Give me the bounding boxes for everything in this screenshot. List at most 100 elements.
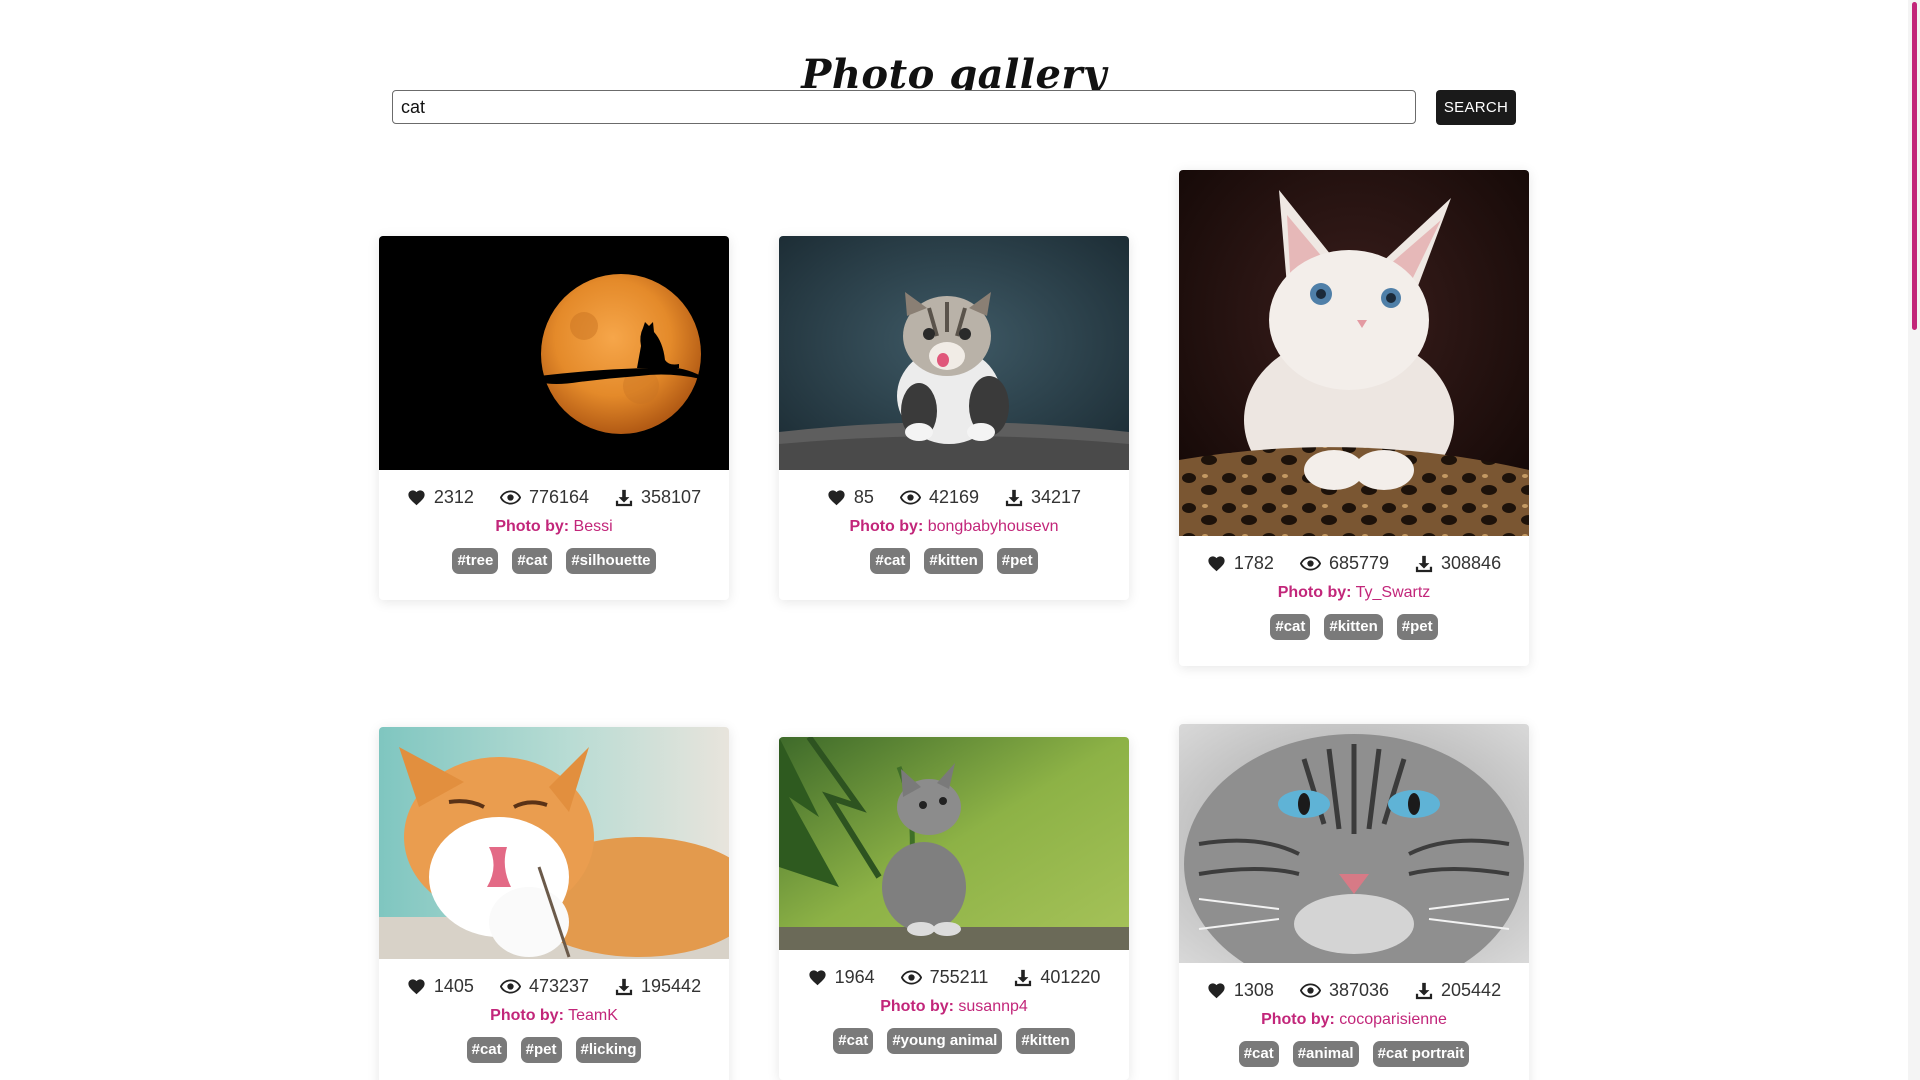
download-icon [615,489,633,507]
author-name[interactable]: cocoparisienne [1339,1011,1447,1028]
heart-icon [1207,555,1226,572]
eye-icon [499,490,521,505]
downloads-stat: 195442 [615,976,701,997]
eye-icon [1299,556,1321,571]
search-input[interactable] [392,90,1416,124]
tag[interactable]: #cat [870,548,911,574]
heart-icon [407,978,426,995]
author-name[interactable]: Ty_Swartz [1356,584,1431,601]
author-name[interactable]: TeamK [568,1007,618,1024]
photo-stats: 1308 387036 205442 [1179,980,1529,1001]
tag[interactable]: #kitten [924,548,983,574]
views-stat: 755211 [900,967,988,988]
photo-stats: 85 42169 34217 [779,487,1129,508]
downloads-stat: 358107 [615,487,701,508]
downloads-count: 401220 [1040,967,1101,987]
photo-card: 2312 776164 358107 Photo by: Bessi #tree… [379,236,729,600]
tag[interactable]: #silhouette [566,548,656,574]
photo-card: 1405 473237 195442 Photo by: TeamK #cat … [379,727,729,1080]
eye-icon [899,490,921,505]
author-label: Photo by: [495,518,570,535]
photo-image[interactable] [779,236,1129,470]
photo-card: 1782 685779 308846 Photo by: Ty_Swartz #… [1179,170,1529,666]
tag[interactable]: #cat [512,548,553,574]
likes-count: 1964 [834,967,875,987]
views-count: 473237 [528,976,590,996]
author-name[interactable]: susannp4 [958,998,1027,1015]
page: Photo gallery SEARCH [0,0,1920,1080]
photo-image[interactable] [779,737,1129,950]
eye-icon [1299,983,1321,998]
tag-list: #cat #kitten #pet [779,548,1129,600]
download-icon [615,978,633,996]
tag[interactable]: #cat [1238,1041,1279,1067]
photo-image[interactable] [379,236,729,470]
views-count: 42169 [928,487,980,507]
photo-image[interactable] [379,727,729,959]
downloads-stat: 34217 [1005,487,1081,508]
likes-stat: 2312 [407,487,474,508]
views-count: 776164 [528,487,590,507]
photo-image[interactable] [1179,170,1529,536]
download-icon [1005,489,1023,507]
photo-card: 85 42169 34217 Photo by: bongbabyhousevn… [779,236,1129,600]
views-stat: 473237 [499,976,590,997]
photo-author: Photo by: Bessi [379,518,729,536]
tag[interactable]: #licking [575,1037,642,1063]
views-count: 685779 [1328,553,1390,573]
photo-card: 1308 387036 205442 Photo by: cocoparisie… [1179,724,1529,1080]
tag-list: #cat #young animal #kitten [779,1028,1129,1080]
eye-icon [900,970,922,985]
likes-stat: 1405 [407,976,474,997]
likes-stat: 1308 [1207,980,1274,1001]
author-label: Photo by: [880,998,954,1015]
views-stat: 42169 [899,487,980,508]
tag-list: #cat #pet #licking [379,1037,729,1080]
views-stat: 387036 [1299,980,1390,1001]
photo-card: 1964 755211 401220 Photo by: susannp4 #c… [779,737,1129,1080]
download-icon [1415,982,1433,1000]
downloads-count: 358107 [641,487,702,507]
tag[interactable]: #pet [1396,614,1438,640]
tag[interactable]: #tree [452,548,499,574]
tag[interactable]: #pet [520,1037,562,1063]
author-label: Photo by: [849,518,924,535]
search-button[interactable]: SEARCH [1436,90,1516,125]
photo-author: Photo by: Ty_Swartz [1179,584,1529,602]
downloads-count: 308846 [1441,553,1502,573]
tag[interactable]: #kitten [1324,614,1383,640]
tag[interactable]: #cat portrait [1372,1041,1470,1067]
tag[interactable]: #kitten [1016,1028,1075,1054]
heart-icon [1207,982,1226,999]
views-stat: 685779 [1299,553,1390,574]
likes-count: 85 [853,487,874,507]
scrollbar-thumb[interactable] [1912,2,1917,330]
tag-list: #cat #kitten #pet [1179,614,1529,666]
likes-count: 1782 [1233,553,1274,573]
tag[interactable]: #cat [1270,614,1311,640]
scrollbar[interactable] [1908,0,1920,1080]
likes-stat: 1964 [808,967,875,988]
photo-image[interactable] [1179,724,1529,963]
tag[interactable]: #animal [1292,1041,1359,1067]
download-icon [1014,969,1032,987]
downloads-count: 205442 [1441,980,1502,1000]
download-icon [1415,555,1433,573]
author-label: Photo by: [490,1007,564,1024]
downloads-stat: 401220 [1014,967,1100,988]
photo-author: Photo by: TeamK [379,1007,729,1025]
tag[interactable]: #cat [466,1037,507,1063]
tag[interactable]: #cat [833,1028,874,1054]
views-count: 387036 [1328,980,1390,1000]
author-name[interactable]: bongbabyhousevn [928,518,1059,535]
author-name[interactable]: Bessi [574,518,613,535]
tag-list: #cat #animal #cat portrait [1179,1041,1529,1080]
photo-author: Photo by: susannp4 [779,998,1129,1016]
downloads-count: 34217 [1031,487,1082,507]
tag[interactable]: #young animal [887,1028,1003,1054]
downloads-stat: 205442 [1415,980,1501,1001]
photo-stats: 1782 685779 308846 [1179,553,1529,574]
tag[interactable]: #pet [996,548,1038,574]
photo-author: Photo by: cocoparisienne [1179,1011,1529,1029]
downloads-count: 195442 [641,976,702,996]
